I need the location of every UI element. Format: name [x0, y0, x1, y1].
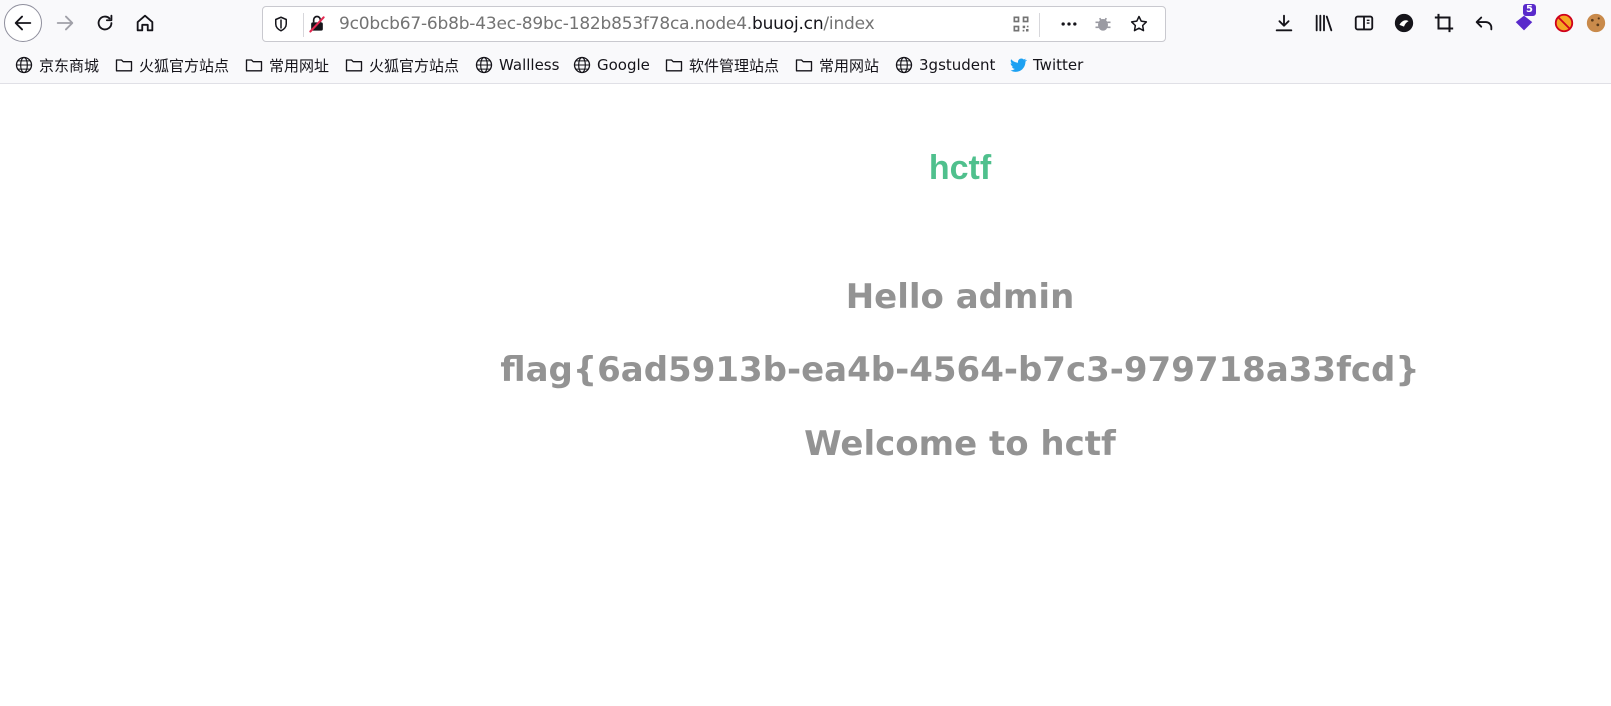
bookmark-item[interactable]: Google — [572, 54, 650, 76]
browser-toolbar: 9c0bcb67-6b8b-43ec-89bc-182b853f78ca.nod… — [0, 0, 1611, 46]
globe-icon — [895, 56, 913, 74]
bookmark-item[interactable]: Wallless — [474, 54, 559, 76]
bookmark-label: Google — [597, 56, 650, 74]
bookmark-label: 软件管理站点 — [689, 56, 780, 75]
bookmark-label: 火狐官方站点 — [369, 56, 460, 75]
arrow-right-icon — [56, 15, 74, 31]
welcome-heading: Welcome to hctf — [804, 424, 1116, 464]
arrow-left-icon — [14, 15, 32, 31]
page-actions-icon[interactable] — [1059, 14, 1079, 34]
blocked-extension-icon[interactable] — [1551, 10, 1577, 36]
extension-dark-icon[interactable] — [1391, 10, 1417, 36]
url-separator-2 — [1039, 13, 1040, 37]
folder-icon — [345, 59, 363, 72]
back-button[interactable] — [4, 4, 42, 42]
bookmark-folder[interactable]: 常用网址 — [244, 54, 329, 76]
bookmark-star-icon[interactable] — [1129, 14, 1149, 34]
url-bar[interactable]: 9c0bcb67-6b8b-43ec-89bc-182b853f78ca.nod… — [262, 6, 1166, 42]
bookmark-label: 常用网站 — [819, 56, 880, 75]
library-icon[interactable] — [1311, 10, 1337, 36]
bookmark-label: 京东商城 — [39, 56, 100, 75]
url-text[interactable]: 9c0bcb67-6b8b-43ec-89bc-182b853f78ca.nod… — [339, 13, 875, 35]
cookie-icon[interactable] — [1585, 10, 1607, 36]
bookmark-label: 3gstudent — [919, 56, 996, 74]
bookmark-folder[interactable]: 火狐官方站点 — [114, 54, 229, 76]
bookmark-label: 火狐官方站点 — [139, 56, 230, 75]
forward-button[interactable] — [46, 4, 84, 42]
undo-icon[interactable] — [1471, 10, 1497, 36]
qr-code-icon[interactable] — [1011, 14, 1031, 34]
bookmark-item[interactable]: 京东商城 — [14, 54, 99, 76]
bookmark-label: Wallless — [499, 56, 560, 74]
bookmarks-bar: 京东商城 火狐官方站点 常用网址 火狐官方站点 Wallless Google … — [0, 46, 1611, 84]
folder-icon — [795, 59, 813, 72]
shield-icon[interactable] — [271, 14, 291, 34]
url-domain: buuoj.cn — [752, 14, 824, 34]
globe-icon — [573, 56, 591, 74]
reload-button[interactable] — [86, 4, 124, 42]
page-content: hctf Hello admin flag{6ad5913b-ea4b-4564… — [0, 84, 1611, 706]
bookmark-folder[interactable]: 火狐官方站点 — [344, 54, 459, 76]
insecure-lock-icon[interactable] — [307, 14, 327, 34]
url-separator — [303, 13, 304, 37]
home-button[interactable] — [126, 4, 164, 42]
crop-icon[interactable] — [1431, 10, 1457, 36]
home-icon — [136, 14, 154, 32]
extension-badge-count: 5 — [1523, 4, 1536, 16]
bookmark-folder[interactable]: 常用网站 — [794, 54, 879, 76]
globe-icon — [15, 56, 33, 74]
globe-icon — [475, 56, 493, 74]
folder-icon — [665, 59, 683, 72]
folder-icon — [245, 59, 263, 72]
flag-heading: flag{6ad5913b-ea4b-4564-b7c3-979718a33fc… — [500, 350, 1420, 390]
reload-icon — [97, 14, 113, 31]
bookmark-label: 常用网址 — [269, 56, 330, 75]
bookmark-item[interactable]: 3gstudent — [894, 54, 995, 76]
bug-icon[interactable] — [1093, 14, 1113, 34]
extension-badge-icon[interactable]: 5 — [1511, 4, 1537, 36]
twitter-icon — [1010, 58, 1028, 72]
bookmark-label: Twitter — [1033, 56, 1084, 74]
url-path: /index — [823, 14, 875, 34]
bookmark-item[interactable]: Twitter — [1008, 54, 1083, 76]
sidebar-icon[interactable] — [1351, 10, 1377, 36]
bookmark-folder[interactable]: 软件管理站点 — [664, 54, 779, 76]
download-icon[interactable] — [1271, 10, 1297, 36]
greeting-heading: Hello admin — [845, 277, 1075, 317]
brand-title[interactable]: hctf — [0, 149, 1611, 188]
url-prefix: 9c0bcb67-6b8b-43ec-89bc-182b853f78ca.nod… — [339, 14, 753, 34]
folder-icon — [115, 59, 133, 72]
